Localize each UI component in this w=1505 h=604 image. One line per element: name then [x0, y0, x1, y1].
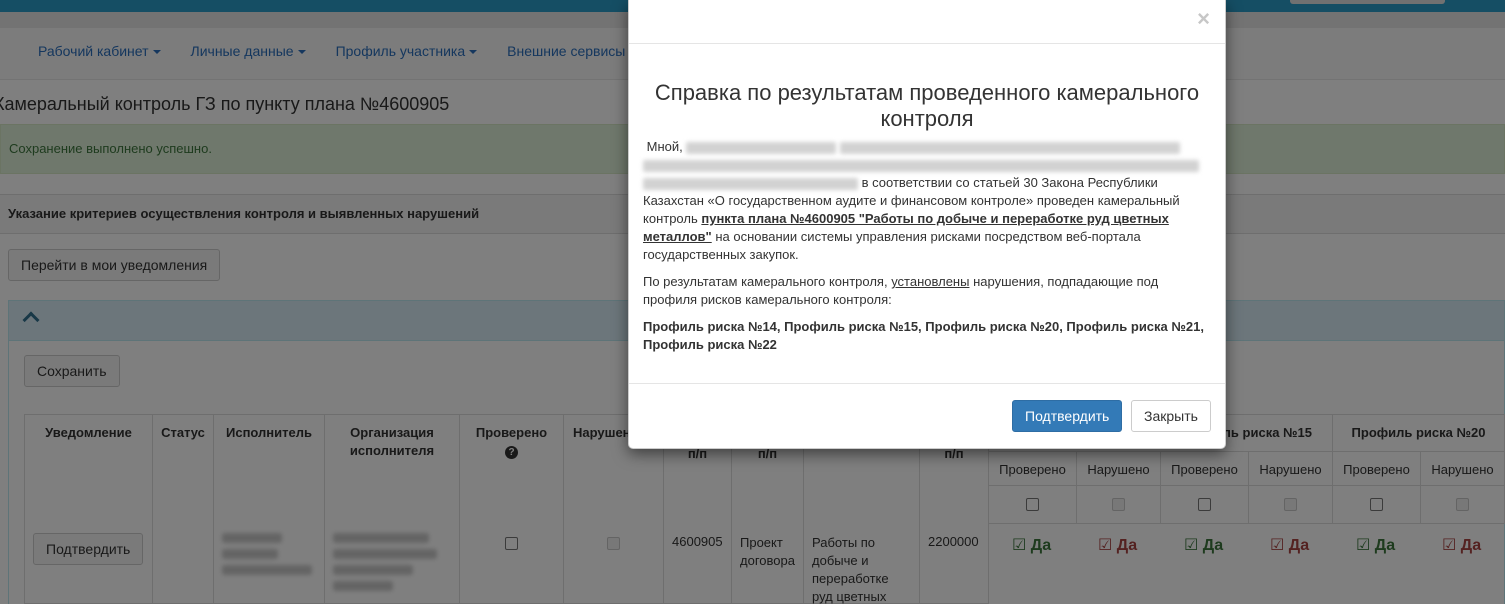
modal-footer: Подтвердить Закрыть [629, 383, 1225, 449]
report-modal: × Справка по результатам проведенного ка… [628, 0, 1226, 449]
text: По результатам камерального контроля, [643, 274, 888, 289]
modal-paragraph-1: Мной, в соответствии со статьей 30 Закон… [643, 138, 1211, 264]
redacted-position [643, 159, 1199, 172]
close-button[interactable]: Закрыть [1131, 400, 1211, 432]
text: Мной, [646, 139, 683, 154]
text: на основании системы управления рисками … [643, 229, 1141, 262]
redacted-name [686, 141, 837, 154]
close-icon[interactable]: × [1197, 6, 1210, 32]
risk-profiles-list: Профиль риска №14, Профиль риска №15, Пр… [643, 319, 1204, 352]
redacted-position [643, 177, 858, 190]
confirm-button[interactable]: Подтвердить [1012, 400, 1123, 432]
modal-paragraph-2: По результатам камерального контроля, ус… [643, 273, 1211, 309]
modal-header: × [629, 0, 1225, 44]
modal-title: Справка по результатам проведенного каме… [654, 80, 1200, 131]
established-link[interactable]: установлены [891, 274, 969, 289]
redacted-name [840, 141, 1180, 154]
modal-body: Справка по результатам проведенного каме… [629, 80, 1225, 354]
